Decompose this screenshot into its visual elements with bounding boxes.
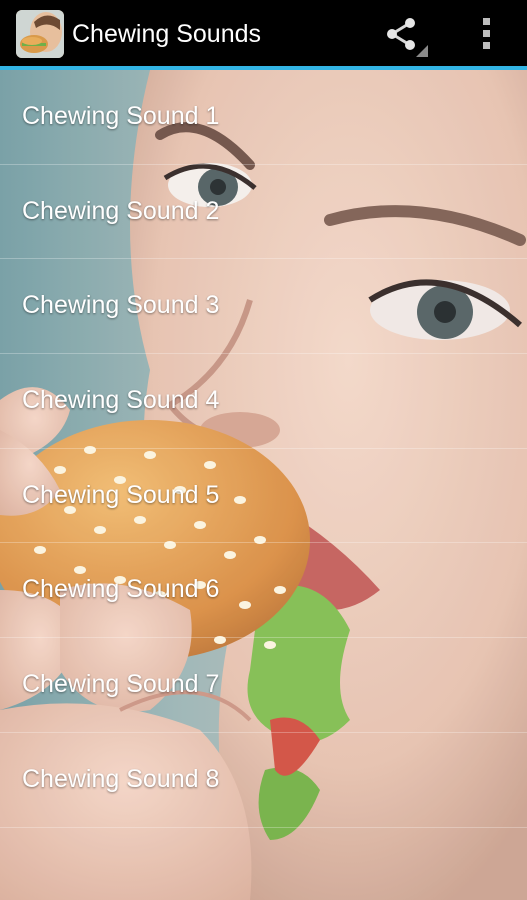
sound-item-label: Chewing Sound 8 bbox=[22, 764, 220, 793]
sound-list: Chewing Sound 1 Chewing Sound 2 Chewing … bbox=[0, 70, 527, 900]
sound-item-label: Chewing Sound 5 bbox=[22, 480, 220, 509]
sound-item-label: Chewing Sound 2 bbox=[22, 196, 220, 225]
sound-list-item-2[interactable]: Chewing Sound 2 bbox=[0, 165, 527, 260]
sound-item-label: Chewing Sound 1 bbox=[22, 102, 220, 130]
overflow-menu-button[interactable] bbox=[468, 10, 506, 56]
sound-list-item-5[interactable]: Chewing Sound 5 bbox=[0, 449, 527, 544]
action-bar: Chewing Sounds bbox=[0, 0, 527, 66]
sound-item-label: Chewing Sound 6 bbox=[22, 575, 220, 604]
sound-list-item-4[interactable]: Chewing Sound 4 bbox=[0, 354, 527, 449]
overflow-menu-icon bbox=[483, 18, 490, 49]
app-title: Chewing Sounds bbox=[72, 20, 262, 48]
sound-list-item-8[interactable]: Chewing Sound 8 bbox=[0, 733, 527, 828]
app-screen: Chewing Sounds Chewing Sound 1 Chewing S… bbox=[0, 0, 527, 900]
chewing-face-icon[interactable] bbox=[16, 10, 64, 58]
sound-list-item-1[interactable]: Chewing Sound 1 bbox=[0, 70, 527, 165]
sound-list-item-3[interactable]: Chewing Sound 3 bbox=[0, 259, 527, 355]
sound-item-label: Chewing Sound 3 bbox=[22, 291, 220, 320]
share-icon bbox=[387, 18, 428, 57]
sound-list-item-7[interactable]: Chewing Sound 7 bbox=[0, 638, 527, 733]
sound-item-label: Chewing Sound 7 bbox=[22, 670, 220, 699]
sound-list-item-6[interactable]: Chewing Sound 6 bbox=[0, 543, 527, 639]
action-bar-divider bbox=[0, 66, 527, 70]
sound-item-label: Chewing Sound 4 bbox=[22, 386, 220, 415]
share-button[interactable] bbox=[378, 12, 430, 58]
